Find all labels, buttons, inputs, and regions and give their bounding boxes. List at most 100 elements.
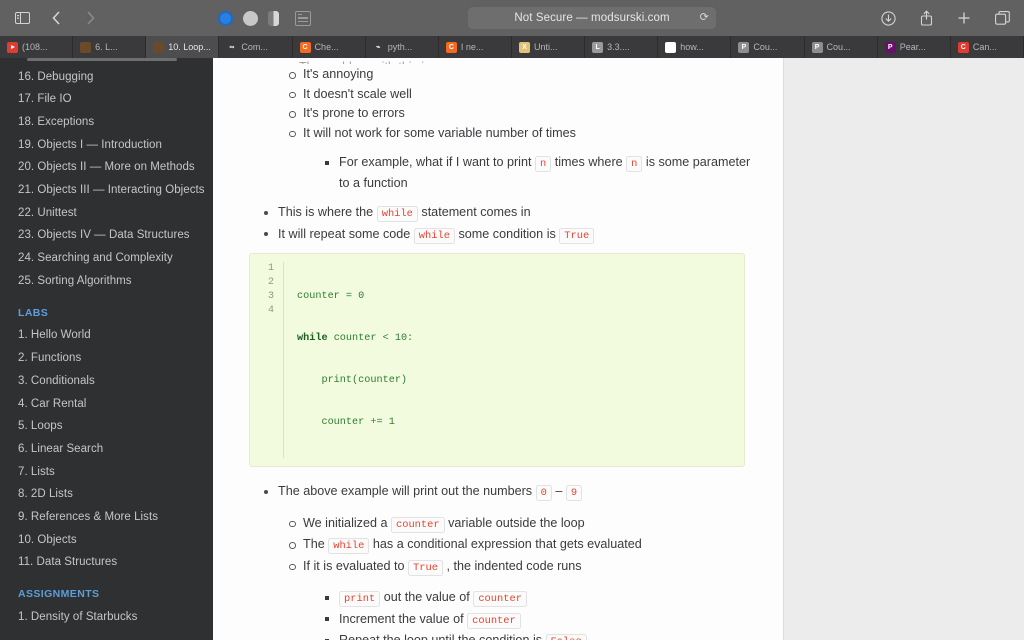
pearson-icon: P <box>884 41 896 53</box>
sidebar-item-functions[interactable]: 2. Functions <box>0 348 213 371</box>
list-item: Increment the value of counter <box>323 610 763 631</box>
url-text: Not Secure — modsurski.com <box>514 12 670 24</box>
sidebar-item-linear-search[interactable]: 6. Linear Search <box>0 438 213 461</box>
browser-tab[interactable]: P Pear... <box>878 36 951 58</box>
line-number: 2 <box>267 277 274 288</box>
sidebar-item-objects-lab[interactable]: 10. Objects <box>0 529 213 552</box>
google-icon: G <box>665 41 677 53</box>
article-page: The problem with this is It's annoying I… <box>213 58 783 640</box>
site-sidebar[interactable]: 16. Debugging 17. File IO 18. Exceptions… <box>0 58 213 640</box>
browser-tab[interactable]: ∞ Com... <box>219 36 293 58</box>
p-icon: P <box>811 41 823 53</box>
example-mid: times where <box>554 155 623 169</box>
canvas-icon: C <box>957 41 969 53</box>
sidebar-item-sorting[interactable]: 25. Sorting Algorithms <box>0 270 213 293</box>
tab-bar: (108... 6. L... 10. Loop... ∞ Com... C C… <box>0 36 1024 58</box>
code-false: False <box>545 634 587 640</box>
list-item: It's prone to errors <box>287 104 763 123</box>
sidebar-item-objects-2[interactable]: 20. Objects II — More on Methods <box>0 157 213 180</box>
list-item: It will repeat some code while some cond… <box>262 225 763 246</box>
p-icon: P <box>738 41 750 53</box>
extension-icon-1[interactable] <box>218 10 233 26</box>
list-item: This is where the while statement comes … <box>262 203 763 224</box>
browser-tab[interactable]: L 3.3.... <box>585 36 659 58</box>
list-item: If it is evaluated to True , the indente… <box>287 557 763 578</box>
list-item: The above example will print out the num… <box>262 482 763 503</box>
back-arrow-icon[interactable] <box>46 8 66 28</box>
browser-tab[interactable]: ⌁ pyth... <box>366 36 439 58</box>
browser-tab[interactable]: (108... <box>0 36 74 58</box>
sidebar-item-data-structures[interactable]: 11. Data Structures <box>0 552 213 575</box>
reload-icon[interactable]: ⟳ <box>700 12 709 24</box>
forward-arrow-icon[interactable] <box>80 8 100 28</box>
explain-post: , the indented code runs <box>446 558 582 573</box>
downloads-icon[interactable] <box>878 8 898 28</box>
extension-icons <box>218 10 311 26</box>
sidebar-item-references[interactable]: 9. References & More Lists <box>0 506 213 529</box>
new-tab-plus-icon[interactable] <box>954 8 974 28</box>
while-intro-post: statement comes in <box>421 205 531 219</box>
extension-icon-3[interactable] <box>268 10 279 26</box>
code-line-numbers: 1 2 3 4 <box>250 262 284 458</box>
page-viewport: 16. Debugging 17. File IO 18. Exceptions… <box>0 58 1024 640</box>
sidebar-item-searching[interactable]: 24. Searching and Complexity <box>0 248 213 271</box>
coursera-icon: ∞ <box>229 43 235 51</box>
browser-tab[interactable]: P Cou... <box>805 36 878 58</box>
explanation-list: We initialized a counter variable outsid… <box>287 514 763 578</box>
browser-tab[interactable]: C Che... <box>293 36 366 58</box>
tab-label: Unti... <box>533 42 558 52</box>
image-icon <box>80 41 92 53</box>
sidebar-item-density-starbucks[interactable]: 1. Density of Starbucks <box>0 606 213 629</box>
sidebar-item-loops[interactable]: 5. Loops <box>0 416 213 439</box>
code-n-2: n <box>626 156 643 172</box>
sidebar-item-unittest[interactable]: 22. Unittest <box>0 202 213 225</box>
browser-tab[interactable]: C Can... <box>951 36 1024 58</box>
code-while: while <box>376 206 418 222</box>
step-mid: out the value of <box>383 590 470 604</box>
sidebar-item-debugging[interactable]: 16. Debugging <box>0 66 213 89</box>
tab-label: 10. Loop... <box>168 42 211 52</box>
reader-view-icon[interactable] <box>295 10 311 26</box>
code-true: True <box>559 227 595 244</box>
sidebar-item-objects-4[interactable]: 23. Objects IV — Data Structures <box>0 225 213 248</box>
sidebar-item-hello-world[interactable]: 1. Hello World <box>0 325 213 348</box>
tab-label: (108... <box>22 42 48 52</box>
sidebar-item-objects-1[interactable]: 19. Objects I — Introduction <box>0 134 213 157</box>
explain-pre: We initialized a <box>303 515 388 530</box>
sidebar-item-conditionals[interactable]: 3. Conditionals <box>0 370 213 393</box>
sidebar-item-objects-3[interactable]: 21. Objects III — Interacting Objects <box>0 179 213 202</box>
list-item: The while has a conditional expression t… <box>287 535 763 556</box>
share-icon[interactable] <box>916 8 936 28</box>
browser-tab[interactable]: X Unti... <box>512 36 586 58</box>
browser-tab[interactable]: C I ne... <box>439 36 512 58</box>
browser-tab[interactable]: P Cou... <box>731 36 805 58</box>
sidebar-toggle-icon[interactable] <box>12 8 32 28</box>
extension-icon-2[interactable] <box>243 10 258 26</box>
image-icon <box>153 41 165 53</box>
sidebar-item-file-io[interactable]: 17. File IO <box>0 89 213 112</box>
tab-label: Pear... <box>899 42 926 52</box>
while-intro-list: This is where the while statement comes … <box>262 203 763 245</box>
browser-tab[interactable]: 6. L... <box>73 36 147 58</box>
sidebar-item-exceptions[interactable]: 18. Exceptions <box>0 111 213 134</box>
sidebar-item-car-rental[interactable]: 4. Car Rental <box>0 393 213 416</box>
code-nine: 9 <box>565 485 583 501</box>
list-item: Repeat the loop until the condition is F… <box>323 631 763 640</box>
address-bar[interactable]: Not Secure — modsurski.com ⟳ <box>468 7 716 29</box>
steps-list: print out the value of counter Increment… <box>323 588 763 640</box>
step-pre: Repeat the loop until the condition is <box>339 633 543 640</box>
while-repeat-pre: It will repeat some code <box>278 226 411 241</box>
sidebar-heading-getting-started: GETTING STARTED <box>0 629 213 640</box>
code-while-3: while <box>328 538 370 554</box>
browser-tab-active[interactable]: 10. Loop... <box>146 36 220 58</box>
line-number: 4 <box>267 305 274 316</box>
sidebar-item-lists[interactable]: 7. Lists <box>0 461 213 484</box>
sidebar-item-2d-lists[interactable]: 8. 2D Lists <box>0 484 213 507</box>
content-area: The problem with this is It's annoying I… <box>213 58 1024 640</box>
tab-overview-icon[interactable] <box>992 8 1012 28</box>
code-counter: counter <box>390 516 445 533</box>
explain-pre: If it is evaluated to <box>303 558 405 573</box>
sidebar-scrollbar[interactable] <box>27 58 177 61</box>
list-item: We initialized a counter variable outsid… <box>287 514 763 535</box>
browser-tab[interactable]: G how... <box>658 36 732 58</box>
